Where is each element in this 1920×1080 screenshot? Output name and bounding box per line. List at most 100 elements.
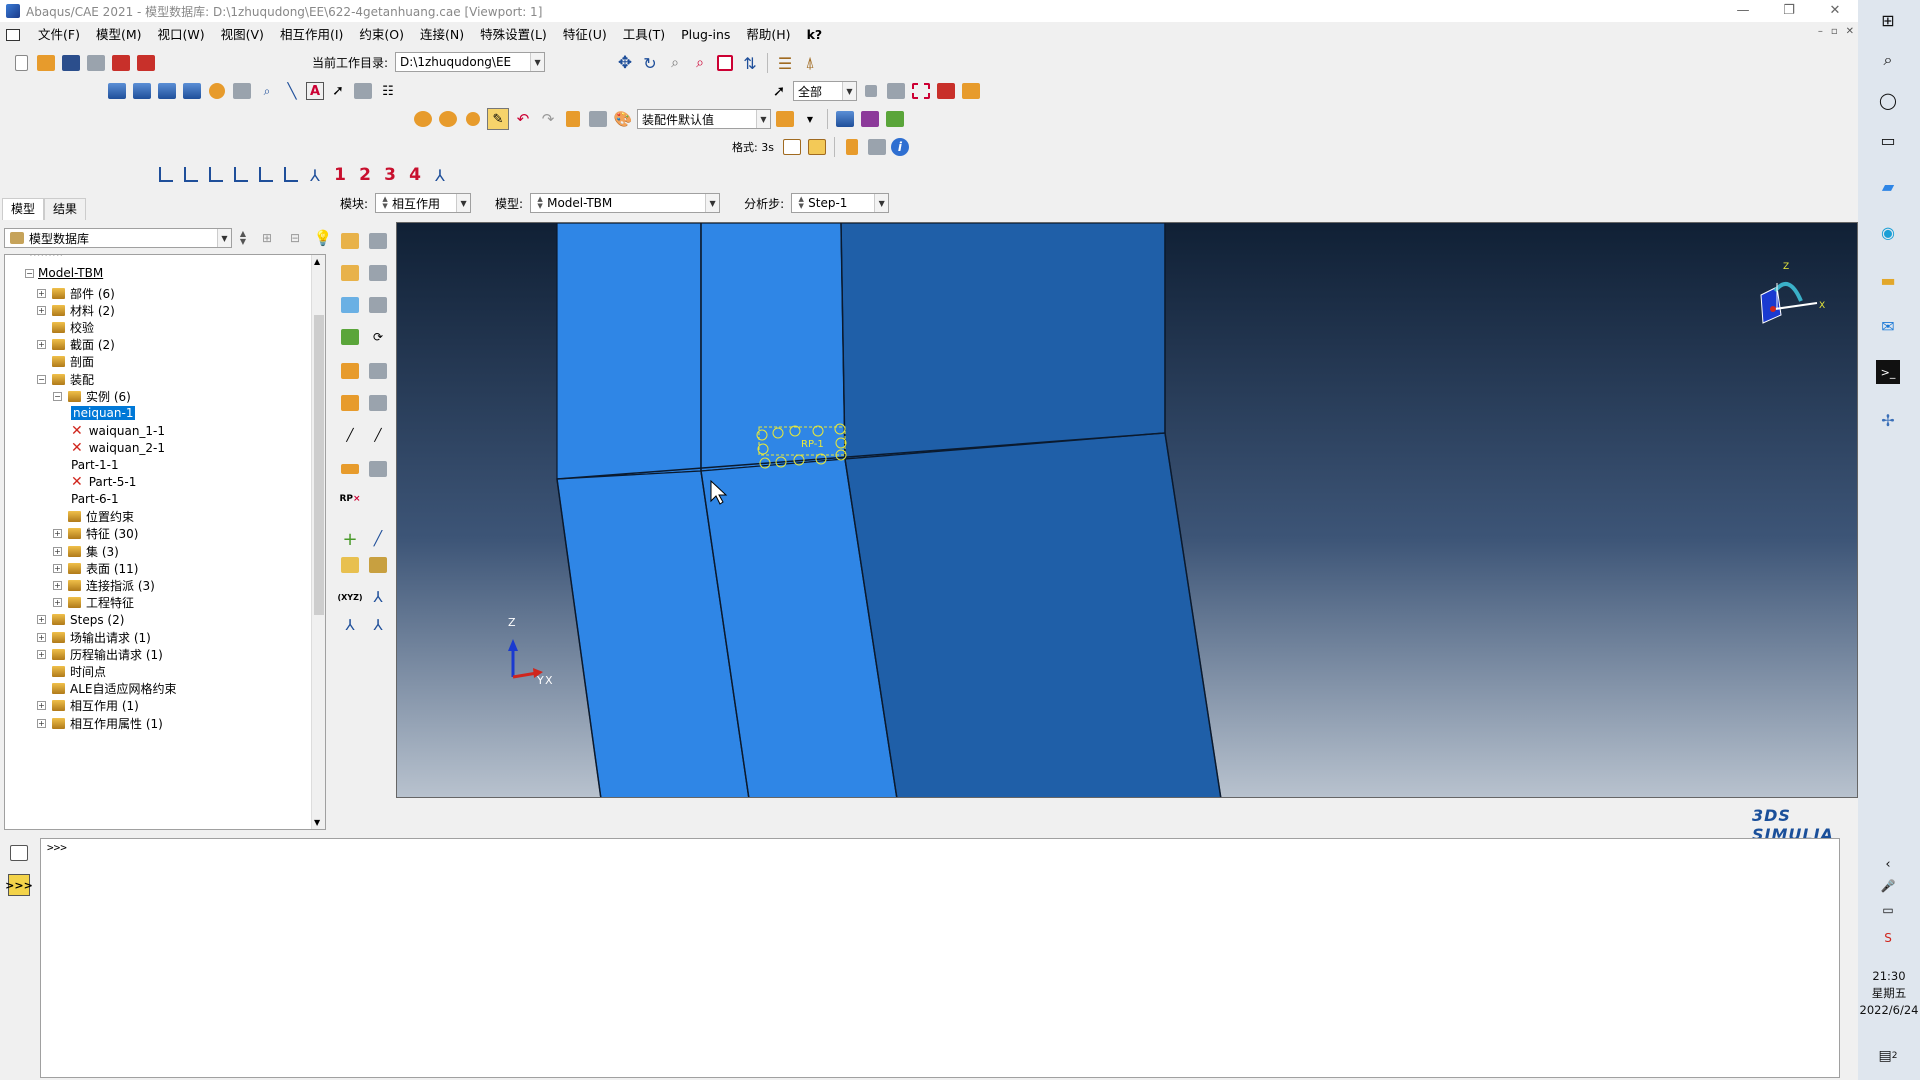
file-explorer-icon[interactable]: ▬ <box>1876 268 1900 292</box>
chevron-down-icon[interactable]: ▼ <box>756 110 770 128</box>
orient-csys-icon[interactable]: ⅄ <box>338 614 362 636</box>
model-tree-icon[interactable] <box>866 136 888 158</box>
expand-icon[interactable]: + <box>37 340 46 350</box>
section-assignment-manager-icon[interactable] <box>366 458 390 480</box>
tree-filter-icon[interactable]: ⊞ <box>256 227 278 249</box>
module-spinner[interactable]: ▲ ▼ <box>380 196 390 210</box>
connector-manager-icon[interactable] <box>366 392 390 414</box>
chevron-down-icon[interactable]: ▼ <box>530 53 545 71</box>
edge-browser-icon[interactable]: ◉ <box>1876 220 1900 244</box>
legend-icon[interactable]: ☷ <box>377 80 399 102</box>
tab-model[interactable]: 模型 <box>2 198 45 220</box>
top-view-icon[interactable] <box>204 164 226 186</box>
chevron-down-icon[interactable]: ▼ <box>842 82 856 100</box>
windows-start-icon[interactable]: ⊞ <box>1876 8 1900 32</box>
wire-feature-icon[interactable]: ╱ <box>338 424 362 446</box>
expand-icon[interactable]: + <box>53 563 62 573</box>
chevron-left-icon[interactable]: ‹ <box>1876 852 1900 876</box>
select-inside-icon[interactable] <box>935 80 957 102</box>
left-view-icon[interactable] <box>254 164 276 186</box>
menu-connector[interactable]: 连接(N) <box>412 24 472 46</box>
save-icon[interactable] <box>60 52 82 74</box>
assembly-display-combo[interactable]: 装配件默认值 ▼ <box>637 109 771 129</box>
chevron-down-icon[interactable]: ▼ <box>217 229 231 247</box>
undo-icon[interactable]: ↶ <box>512 108 534 130</box>
expand-icon[interactable]: + <box>37 288 46 298</box>
reference-point-icon[interactable]: RP × <box>338 488 362 510</box>
partition-icon[interactable] <box>366 554 390 576</box>
object-manager-icon[interactable] <box>587 108 609 130</box>
menu-help[interactable]: 帮助(H) <box>738 24 798 46</box>
expand-icon[interactable]: + <box>53 529 62 539</box>
expand-icon[interactable]: + <box>37 649 46 659</box>
view-1-button[interactable]: 1 <box>329 165 351 185</box>
terminal-icon[interactable]: >_ <box>1876 360 1900 384</box>
iso-view-icon[interactable]: ⅄ <box>304 164 326 186</box>
contact-control-icon[interactable] <box>338 294 362 316</box>
collapse-icon[interactable]: − <box>53 391 62 401</box>
render-filled-icon[interactable] <box>156 80 178 102</box>
render-shaded-icon[interactable] <box>181 80 203 102</box>
annotation-manager-icon[interactable] <box>352 80 374 102</box>
document-menu-icon[interactable] <box>6 29 20 41</box>
rotate-icon[interactable]: ↻ <box>639 52 661 74</box>
module-combo[interactable]: ▲ ▼ 相互作用 ▼ <box>375 193 472 213</box>
menu-plugins[interactable]: Plug-ins <box>673 24 738 46</box>
open-folder-icon[interactable] <box>35 52 57 74</box>
view-options-icon[interactable]: ⅄ <box>429 164 451 186</box>
text-annotation-icon[interactable]: A <box>306 82 324 100</box>
render-style-label[interactable]: 格式: 3s <box>732 139 774 155</box>
box-zoom-icon[interactable]: ⌕ <box>689 52 711 74</box>
search-icon[interactable]: ⌕ <box>1876 48 1900 72</box>
expand-icon[interactable]: + <box>53 580 62 590</box>
mail-icon[interactable]: ✉ <box>1876 314 1900 338</box>
color-mapping-icon[interactable] <box>774 108 796 130</box>
datum-axis-icon[interactable]: ╱ <box>366 528 390 550</box>
part-geometry[interactable] <box>556 223 1222 798</box>
minimize-button[interactable]: — <box>1720 0 1766 22</box>
bottom-view-icon[interactable] <box>229 164 251 186</box>
mesh-display-2-icon[interactable] <box>859 108 881 130</box>
chevron-down-icon[interactable]: ▼ <box>456 194 471 212</box>
mdi-minimize-button[interactable]: – <box>1818 26 1823 37</box>
expand-icon[interactable]: + <box>37 701 46 711</box>
create-csys-icon[interactable]: ⅄ <box>366 586 390 608</box>
ruler-icon[interactable]: ☰ <box>774 52 796 74</box>
abaqus-taskbar-icon[interactable]: ▰ <box>1876 174 1900 198</box>
datum-plane-icon[interactable] <box>338 554 362 576</box>
constraint-manager-icon[interactable] <box>366 360 390 382</box>
collapse-icon[interactable]: − <box>25 268 34 278</box>
expand-icon[interactable]: + <box>37 718 46 728</box>
print-icon[interactable] <box>85 52 107 74</box>
viewport-canvas[interactable]: RP-1 Z Y X Z X <box>397 223 1858 798</box>
database-combo[interactable]: 模型数据库 ▼ <box>4 228 232 248</box>
pointer-icon[interactable]: ➚ <box>327 80 349 102</box>
collapse-icon[interactable]: − <box>37 374 46 384</box>
tab-results[interactable]: 结果 <box>44 198 87 220</box>
info-icon[interactable]: i <box>890 138 909 156</box>
mdi-restore-button[interactable]: ▫ <box>1831 26 1838 37</box>
expand-icon[interactable]: + <box>37 632 46 642</box>
line-tool-icon[interactable]: ╲ <box>281 80 303 102</box>
menu-feature[interactable]: 特征(U) <box>555 24 615 46</box>
front-view-icon[interactable] <box>154 164 176 186</box>
ime-icon[interactable]: S <box>1876 926 1900 950</box>
mesh-display-3-icon[interactable] <box>884 108 906 130</box>
new-file-icon[interactable] <box>10 52 32 74</box>
boolean-icon[interactable] <box>412 108 434 130</box>
tree-item[interactable]: + 相互作用属性 (1) <box>37 713 163 733</box>
display-group-icon[interactable] <box>206 80 228 102</box>
menu-tools[interactable]: 工具(T) <box>615 24 673 46</box>
csys-manager-icon[interactable]: ⅄ <box>366 614 390 636</box>
expand-icon[interactable]: + <box>53 598 62 608</box>
query-icon[interactable]: ⍋ <box>799 52 821 74</box>
expand-icon[interactable]: + <box>37 615 46 625</box>
mdi-close-button[interactable]: ✕ <box>1846 26 1854 37</box>
view-2-button[interactable]: 2 <box>354 165 376 185</box>
scroll-down-icon[interactable]: ▼ <box>314 818 320 827</box>
wire-edit-icon[interactable]: ╱ <box>366 424 390 446</box>
render-wireframe-icon[interactable] <box>106 80 128 102</box>
app-pinned-icon[interactable]: ✢ <box>1876 408 1900 432</box>
pan-icon[interactable]: ✥ <box>614 52 636 74</box>
mesh-display-icon[interactable] <box>834 108 856 130</box>
